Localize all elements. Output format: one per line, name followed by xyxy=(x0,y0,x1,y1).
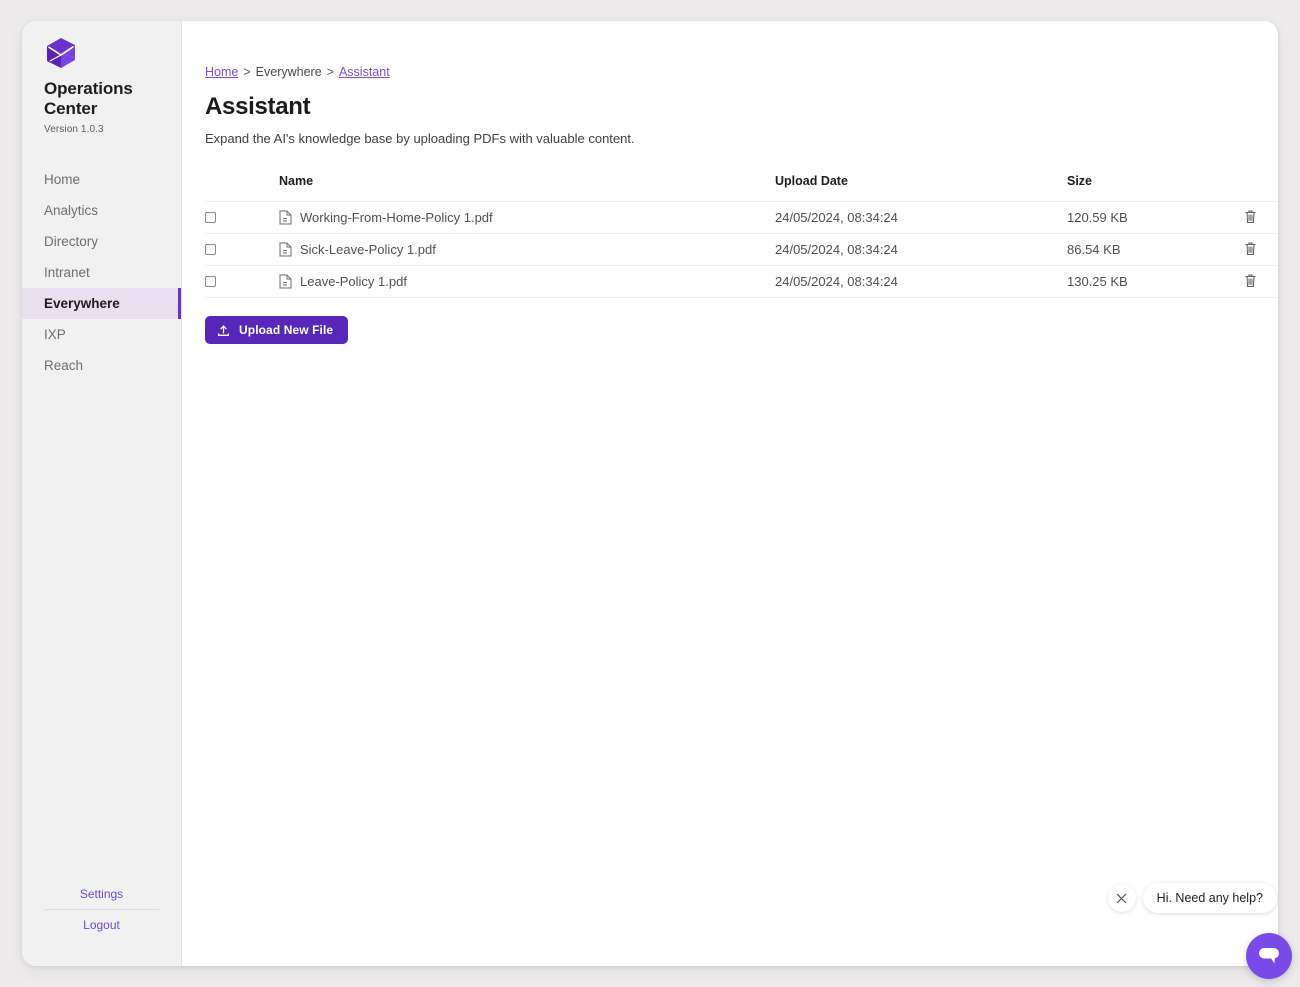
brand-block: Operations Center Version 1.0.3 xyxy=(22,21,181,135)
sidebar-nav: Home Analytics Directory Intranet Everyw… xyxy=(22,164,181,381)
upload-button-label: Upload New File xyxy=(239,323,334,337)
delete-file-button[interactable] xyxy=(1244,241,1257,259)
sidebar-item-label: Analytics xyxy=(44,203,99,218)
table-row: Leave-Policy 1.pdf 24/05/2024, 08:34:24 … xyxy=(205,265,1277,298)
pdf-file-icon xyxy=(279,242,292,257)
footer-divider xyxy=(44,909,159,910)
row-date-cell: 24/05/2024, 08:34:24 xyxy=(775,210,898,225)
pdf-file-icon xyxy=(279,274,292,289)
logout-link[interactable]: Logout xyxy=(44,912,159,938)
breadcrumb-separator: > xyxy=(243,65,251,79)
app-window: Operations Center Version 1.0.3 Home Ana… xyxy=(22,21,1278,966)
sidebar-item-label: Home xyxy=(44,172,81,187)
row-date-cell: 24/05/2024, 08:34:24 xyxy=(775,274,898,289)
upload-new-file-button[interactable]: Upload New File xyxy=(205,316,349,344)
sidebar-item-ixp[interactable]: IXP xyxy=(22,319,181,350)
row-checkbox[interactable] xyxy=(205,244,216,255)
trash-icon xyxy=(1245,242,1256,255)
chat-tooltip-row: Hi. Need any help? xyxy=(1107,883,1277,913)
row-size-cell: 130.25 KB xyxy=(1067,274,1128,289)
file-table: Name Upload Date Size Working-From-Home-… xyxy=(205,174,1277,298)
sidebar-item-home[interactable]: Home xyxy=(22,164,181,195)
row-name-cell: Sick-Leave-Policy 1.pdf xyxy=(279,234,775,266)
column-header-name: Name xyxy=(279,174,314,188)
chat-close-button[interactable] xyxy=(1107,884,1136,912)
file-name: Sick-Leave-Policy 1.pdf xyxy=(300,242,436,257)
trash-icon xyxy=(1245,210,1256,223)
close-icon xyxy=(1116,893,1127,903)
column-header-upload-date: Upload Date xyxy=(775,174,848,188)
sidebar-item-label: Everywhere xyxy=(44,296,120,311)
main-content: Home > Everywhere > Assistant Assistant … xyxy=(182,21,1278,966)
row-select-cell xyxy=(205,202,279,234)
pdf-file-icon xyxy=(279,210,292,225)
chat-bubble-icon xyxy=(1259,948,1279,964)
column-header-select xyxy=(205,174,279,202)
sidebar-footer: Settings Logout xyxy=(22,881,181,966)
breadcrumb-section: Everywhere xyxy=(255,65,322,79)
sidebar: Operations Center Version 1.0.3 Home Ana… xyxy=(22,21,182,966)
breadcrumb: Home > Everywhere > Assistant xyxy=(205,65,1277,79)
file-name: Leave-Policy 1.pdf xyxy=(300,274,407,289)
sidebar-item-intranet[interactable]: Intranet xyxy=(22,257,181,288)
table-body: Working-From-Home-Policy 1.pdf 24/05/202… xyxy=(205,201,1277,298)
row-actions-cell xyxy=(1219,266,1277,298)
delete-file-button[interactable] xyxy=(1244,209,1257,227)
cube-envelope-logo-icon xyxy=(47,38,75,68)
sidebar-item-everywhere[interactable]: Everywhere xyxy=(22,288,181,319)
table-header: Name Upload Date Size xyxy=(205,174,1277,202)
sidebar-item-label: IXP xyxy=(44,327,66,342)
row-size-cell: 120.59 KB xyxy=(1067,210,1128,225)
trash-icon xyxy=(1245,274,1256,287)
table-row: Working-From-Home-Policy 1.pdf 24/05/202… xyxy=(205,201,1277,234)
delete-file-button[interactable] xyxy=(1244,273,1257,291)
row-checkbox[interactable] xyxy=(205,212,216,223)
row-date-cell: 24/05/2024, 08:34:24 xyxy=(775,242,898,257)
sidebar-item-label: Intranet xyxy=(44,265,90,280)
file-name: Working-From-Home-Policy 1.pdf xyxy=(300,210,493,225)
settings-link[interactable]: Settings xyxy=(44,881,159,907)
breadcrumb-home-link[interactable]: Home xyxy=(205,65,238,79)
row-select-cell xyxy=(205,234,279,266)
row-size-cell: 86.54 KB xyxy=(1067,242,1121,257)
sidebar-item-analytics[interactable]: Analytics xyxy=(22,195,181,226)
app-version: Version 1.0.3 xyxy=(44,124,104,135)
row-checkbox[interactable] xyxy=(205,276,216,287)
breadcrumb-current-link[interactable]: Assistant xyxy=(339,65,390,79)
sidebar-item-reach[interactable]: Reach xyxy=(22,350,181,381)
chat-launcher-button[interactable] xyxy=(1246,933,1292,979)
breadcrumb-separator: > xyxy=(326,65,334,79)
sidebar-item-label: Reach xyxy=(44,358,84,373)
column-header-size: Size xyxy=(1067,174,1093,188)
row-actions-cell xyxy=(1219,234,1277,266)
brand-name: Operations Center xyxy=(44,79,133,118)
row-name-cell: Leave-Policy 1.pdf xyxy=(279,266,775,298)
row-name-cell: Working-From-Home-Policy 1.pdf xyxy=(279,202,775,234)
page-title: Assistant xyxy=(205,93,311,120)
sidebar-item-directory[interactable]: Directory xyxy=(22,226,181,257)
row-select-cell xyxy=(205,266,279,298)
upload-icon xyxy=(218,324,229,336)
sidebar-item-label: Directory xyxy=(44,234,99,249)
column-header-actions xyxy=(1219,174,1277,202)
page-subtitle: Expand the AI's knowledge base by upload… xyxy=(205,131,635,146)
chat-greeting-message[interactable]: Hi. Need any help? xyxy=(1142,883,1277,913)
table-row: Sick-Leave-Policy 1.pdf 24/05/2024, 08:3… xyxy=(205,233,1277,266)
row-actions-cell xyxy=(1219,202,1277,234)
